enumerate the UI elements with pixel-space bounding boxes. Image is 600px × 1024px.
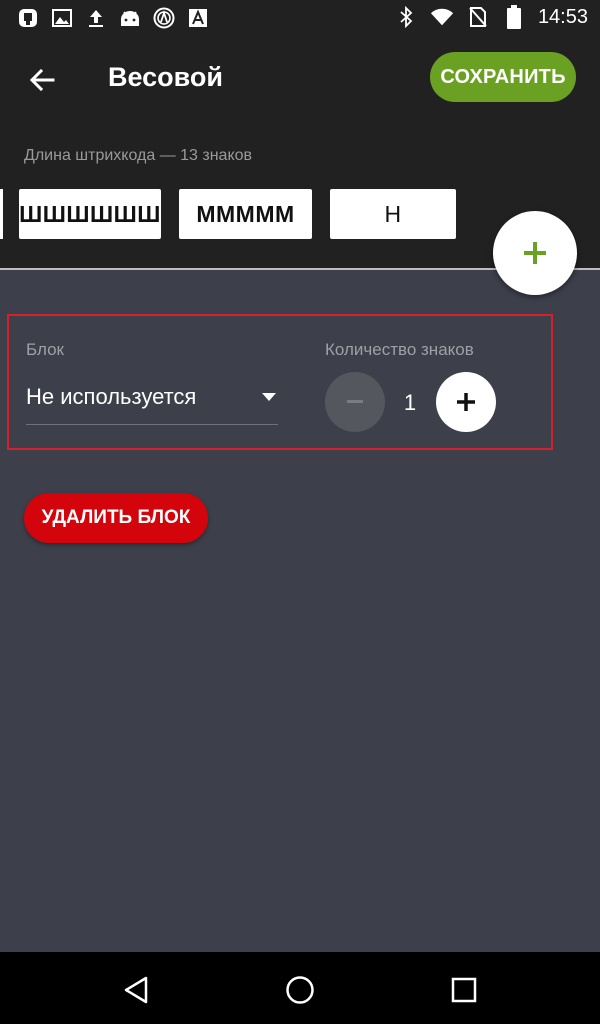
decrease-count-button[interactable]	[325, 372, 385, 432]
system-icons: 14:53	[394, 5, 588, 29]
save-button[interactable]: СОХРАНИТЬ	[430, 52, 576, 102]
nav-recents-button[interactable]	[444, 970, 484, 1010]
plus-icon	[457, 393, 475, 411]
char-count-label: Количество знаков	[325, 340, 474, 359]
add-block-button[interactable]	[493, 211, 577, 295]
app-bar: Весовой СОХРАНИТЬ	[0, 38, 600, 120]
image-notification-icon	[50, 6, 74, 30]
bluetooth-icon	[394, 5, 418, 29]
page-title: Весовой	[108, 62, 224, 92]
increase-count-button[interactable]	[436, 372, 496, 432]
block-chip-2[interactable]: ММММM	[179, 189, 312, 239]
circle-home-icon	[286, 976, 314, 1004]
delete-block-button[interactable]: УДАЛИТЬ БЛОК	[24, 493, 208, 543]
chip-partial[interactable]	[0, 189, 3, 239]
upload-icon	[84, 6, 108, 30]
block-type-label: Блок	[26, 340, 64, 359]
status-bar: 14:53	[0, 0, 600, 38]
minus-icon	[347, 400, 363, 403]
clock: 14:53	[537, 5, 588, 28]
block-type-value: Не используется	[26, 384, 197, 409]
arrow-back-icon	[29, 68, 55, 92]
system-nav-bar	[0, 952, 600, 1024]
notification-icons	[16, 6, 210, 30]
plus-icon	[524, 242, 546, 264]
barcode-length-label: Длина штрихкода — 13 знаков	[24, 147, 253, 164]
no-sim-icon	[466, 5, 490, 29]
download-notification-icon	[16, 6, 40, 30]
back-button[interactable]	[20, 58, 64, 102]
square-recents-icon	[451, 977, 477, 1003]
triangle-back-icon	[124, 976, 148, 1004]
dropdown-arrow-icon	[262, 393, 276, 401]
nav-back-button[interactable]	[116, 970, 156, 1010]
block-type-dropdown[interactable]: Не используется	[26, 382, 278, 425]
android-icon	[118, 6, 142, 30]
battery-icon	[502, 5, 526, 29]
block-chip-3-selected[interactable]: Н	[330, 189, 456, 239]
vpn-icon	[152, 6, 176, 30]
nav-home-button[interactable]	[280, 970, 320, 1010]
block-chip-1[interactable]: ШШШШШШ	[19, 189, 161, 239]
font-app-icon	[186, 6, 210, 30]
char-count-value: 1	[403, 390, 417, 415]
block-settings-panel: Блок Не используется Количество знаков 1	[7, 314, 553, 450]
wifi-icon	[430, 5, 454, 29]
